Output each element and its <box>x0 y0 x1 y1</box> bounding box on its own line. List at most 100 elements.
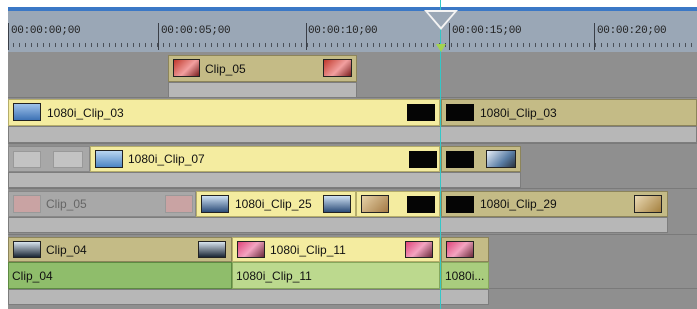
black-frame-icon <box>407 196 435 213</box>
ruler-minor-tick <box>403 43 404 47</box>
ruler-minor-tick <box>283 43 284 47</box>
black-frame-icon <box>446 151 474 168</box>
clip-track5-1080i-clip11[interactable]: 1080i_Clip_11 <box>232 237 440 262</box>
ruler-minor-tick <box>499 43 500 47</box>
ruler-minor-tick <box>427 43 428 47</box>
ruler-minor-tick <box>529 43 530 47</box>
ruler-minor-tick <box>217 43 218 47</box>
ruler-minor-tick <box>253 43 254 47</box>
black-frame-icon <box>407 104 435 121</box>
timeline: 00:00:00;00 00:00:05;00 00:00:10;00 00:0… <box>0 0 697 309</box>
ruler-minor-tick <box>55 43 56 47</box>
clip-track4-1080i-clip25[interactable]: 1080i_Clip_25 <box>196 191 356 217</box>
time-ruler[interactable]: 00:00:00;00 00:00:05;00 00:00:10;00 00:0… <box>8 11 697 61</box>
audio-clip-tail[interactable]: 1080i... <box>441 262 489 289</box>
ruler-minor-tick <box>109 43 110 47</box>
ruler-minor-tick <box>103 43 104 47</box>
clip-thumbnail-icon <box>13 151 41 168</box>
ruler-minor-tick <box>331 43 332 47</box>
ruler-minor-tick <box>535 43 536 47</box>
ruler-minor-tick <box>583 43 584 47</box>
track-divider <box>8 188 697 189</box>
track-divider <box>8 234 697 235</box>
clip-label: 1080i_Clip_11 <box>236 269 312 283</box>
clip-lane <box>8 217 668 233</box>
track-divider <box>8 143 697 144</box>
ruler-minor-tick <box>493 43 494 47</box>
clip-thumbnail-icon <box>201 195 229 213</box>
ruler-minor-tick <box>409 43 410 47</box>
clip-track3-ghost[interactable] <box>8 146 90 172</box>
clip-track2-1080i-clip03[interactable]: 1080i_Clip_03 <box>8 99 440 126</box>
clip-track3-1080i-clip07[interactable]: 1080i_Clip_07 <box>90 146 440 172</box>
ruler-minor-tick <box>649 43 650 47</box>
clip-thumbnail-icon <box>405 241 433 258</box>
audio-clip-1080i-clip11[interactable]: 1080i_Clip_11 <box>232 262 440 289</box>
ruler-minor-tick <box>661 43 662 47</box>
ruler-minor-tick <box>541 43 542 47</box>
ruler-minor-tick <box>667 43 668 47</box>
ruler-minor-tick <box>67 43 68 47</box>
ruler-minor-tick <box>385 43 386 47</box>
ruler-minor-tick <box>151 43 152 47</box>
ruler-minor-tick <box>337 43 338 47</box>
clip-thumbnail-icon <box>446 241 474 258</box>
ruler-minor-tick <box>481 43 482 47</box>
black-frame-icon <box>409 151 437 168</box>
ruler-minor-tick <box>457 43 458 47</box>
ruler-minor-tick <box>559 43 560 47</box>
clip-thumbnail-icon <box>13 103 41 121</box>
ruler-minor-tick <box>643 43 644 47</box>
ruler-minor-tick <box>379 43 380 47</box>
ruler-minor-tick <box>229 43 230 47</box>
ruler-minor-tick <box>97 43 98 47</box>
clip-thumbnail-icon <box>173 59 200 77</box>
clip-thumbnail-icon <box>634 195 662 213</box>
ruler-minor-tick <box>277 43 278 47</box>
clip-track3-tail[interactable] <box>441 146 521 172</box>
ruler-minor-tick <box>547 43 548 47</box>
clip-thumbnail-icon <box>198 241 226 258</box>
clip-track5-tail[interactable] <box>441 237 489 262</box>
ruler-minor-tick <box>685 43 686 47</box>
ruler-minor-tick <box>289 43 290 47</box>
ruler-minor-tick <box>175 43 176 47</box>
ruler-minor-tick <box>505 43 506 47</box>
clip-track4-1080i-clip29[interactable]: 1080i_Clip_29 <box>441 191 668 217</box>
ruler-minor-tick <box>523 43 524 47</box>
clip-label: 1080i_Clip_03 <box>47 106 124 120</box>
ruler-minor-tick <box>259 43 260 47</box>
ruler-minor-tick <box>355 43 356 47</box>
ruler-minor-tick <box>223 43 224 47</box>
ruler-minor-tick <box>577 43 578 47</box>
ruler-minor-tick <box>73 43 74 47</box>
ruler-minor-tick <box>37 43 38 47</box>
ruler-minor-tick <box>181 43 182 47</box>
ruler-minor-tick <box>625 43 626 47</box>
ruler-minor-tick <box>469 43 470 47</box>
clip-track4-clip05-ghost[interactable]: Clip_05 <box>8 191 196 217</box>
clip-track5-clip04[interactable]: Clip_04 <box>8 237 232 262</box>
ruler-minor-tick <box>127 43 128 47</box>
audio-clip-clip04[interactable]: Clip_04 <box>8 262 232 289</box>
ruler-minor-tick <box>361 43 362 47</box>
ruler-minor-tick <box>301 43 302 47</box>
ruler-minor-tick <box>163 43 164 47</box>
ruler-minor-tick <box>613 43 614 47</box>
clip-label: 1080i_Clip_11 <box>270 243 346 257</box>
clip-track2-1080i-clip03-b[interactable]: 1080i_Clip_03 <box>441 99 697 126</box>
ruler-minor-tick <box>691 43 692 47</box>
ruler-tick <box>8 23 9 50</box>
clip-thumbnail-icon <box>53 151 83 168</box>
ruler-minor-tick <box>49 43 50 47</box>
clip-lane <box>8 289 489 305</box>
clip-track4-transition[interactable] <box>356 191 440 217</box>
ruler-minor-tick <box>79 43 80 47</box>
clip-thumbnail-icon <box>486 150 516 168</box>
ruler-minor-tick <box>517 43 518 47</box>
ruler-minor-tick <box>247 43 248 47</box>
ruler-minor-tick <box>391 43 392 47</box>
clip-label: 1080i_Clip_29 <box>480 197 557 211</box>
ruler-minor-tick <box>655 43 656 47</box>
clip-track1-clip05[interactable]: Clip_05 <box>168 55 357 82</box>
